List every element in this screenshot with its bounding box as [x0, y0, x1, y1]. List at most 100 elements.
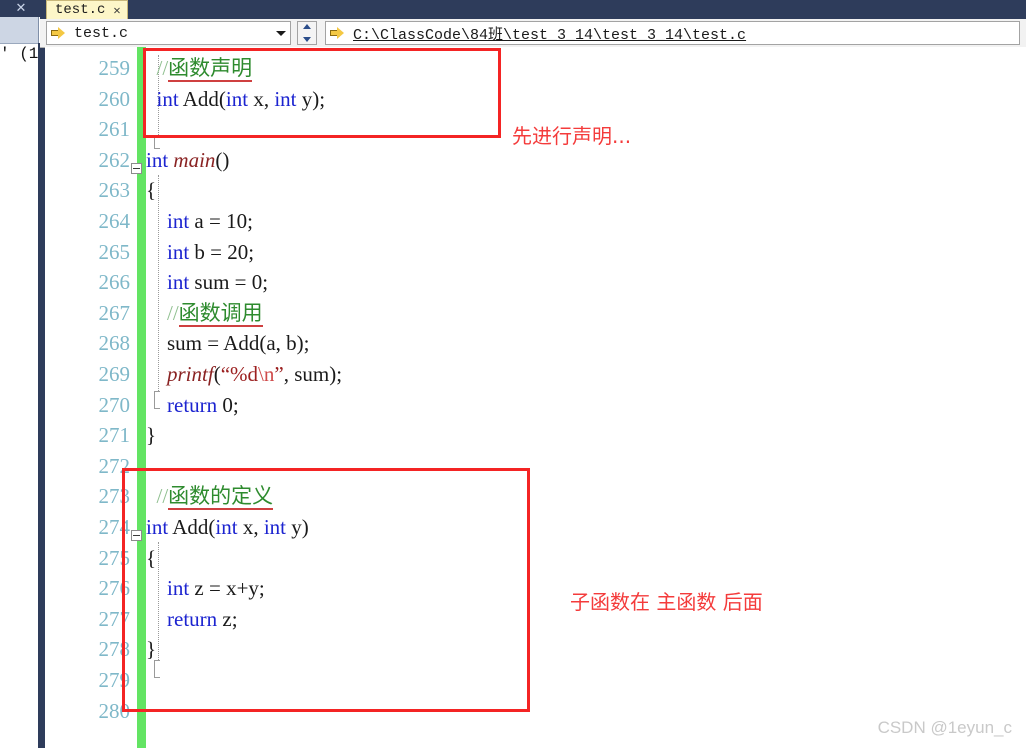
code-token-kw: return	[167, 606, 218, 631]
line-number: 275	[98, 545, 131, 570]
code-line[interactable]: }	[146, 634, 156, 665]
code-token-kw: int	[167, 239, 190, 264]
code-editor[interactable]: 259 260 261 262 263 264 265 266 267 268 269 270 271 2…	[45, 47, 1026, 748]
code-token-plain: ()	[215, 147, 230, 172]
line-number: 280	[98, 698, 131, 723]
csdn-watermark: CSDN @1eyun_c	[877, 718, 1012, 737]
file-selector-dropdown[interactable]: test.c	[46, 21, 291, 45]
code-token-plain: sum = Add(a, b);	[146, 331, 310, 356]
editor-tab-strip: test.c ✕	[40, 0, 1026, 19]
code-token-plain: z;	[217, 606, 238, 631]
left-panel-text-fragment: ' (1	[0, 45, 39, 63]
code-token-str: ”	[274, 362, 284, 386]
code-token-kw: int	[146, 147, 169, 172]
file-path-breadcrumb[interactable]: C:\ClassCode\84班\test_3_14\test_3_14\tes…	[325, 21, 1020, 45]
file-path-value: C:\ClassCode\84班\test_3_14\test_3_14\tes…	[353, 26, 747, 44]
code-line[interactable]: int a = 10;	[146, 206, 253, 237]
code-token-kw: return	[167, 392, 218, 417]
code-line[interactable]: int Add(int x, int y)	[146, 512, 309, 543]
collapse-toggle-main[interactable]	[131, 163, 142, 174]
line-number: 263	[98, 178, 131, 203]
code-line[interactable]: int Add(int x, int y);	[146, 84, 326, 115]
code-token-plain: y)	[286, 515, 309, 539]
code-token-plain: sum =	[189, 270, 252, 295]
line-number: 276	[98, 576, 131, 601]
code-line[interactable]: int sum = 0;	[146, 267, 268, 298]
code-token-kw: int	[274, 86, 297, 111]
chevron-down-icon[interactable]	[276, 30, 286, 36]
nav-spinner-buttons[interactable]	[297, 21, 317, 45]
code-token-plain: a =	[189, 209, 227, 233]
code-line[interactable]: int main()	[146, 145, 229, 176]
navigation-bar: test.c C:\ClassCode\84班\test_3_14\test_3…	[40, 19, 1026, 48]
code-token-cmt: //	[156, 56, 169, 80]
line-number: 266	[98, 270, 131, 295]
code-text-area[interactable]: //函数声明 int Add(int x, int y); int main(){…	[131, 47, 1026, 748]
code-token-plain: z = x+y;	[189, 576, 265, 601]
line-number: 267	[98, 300, 131, 325]
close-icon[interactable]: ✕	[13, 0, 29, 16]
code-token-kw: int	[167, 209, 190, 233]
tab-test-c[interactable]: test.c ✕	[46, 0, 128, 19]
close-icon[interactable]: ✕	[113, 3, 120, 18]
yellow-arrow-icon	[51, 26, 66, 40]
line-number: 265	[98, 239, 131, 264]
code-token-plain: ;	[232, 392, 239, 417]
code-token-plain: (	[213, 362, 221, 386]
code-token-plain: {	[146, 545, 157, 570]
code-token-cmt: //	[167, 300, 179, 325]
code-line[interactable]: }	[146, 420, 156, 451]
code-line[interactable]: //函数的定义	[146, 481, 274, 512]
chevron-up-icon[interactable]	[303, 24, 311, 29]
code-token-fn: main	[173, 147, 216, 172]
code-token-plain: y);	[296, 86, 326, 111]
code-token-plain: }	[146, 423, 157, 448]
code-token-num: 20	[227, 239, 249, 264]
code-line[interactable]: {	[146, 175, 156, 206]
code-token-kw: int	[167, 270, 190, 295]
line-number: 272	[98, 453, 131, 478]
code-token-kw: int	[225, 86, 249, 111]
code-token-plain: b =	[189, 239, 228, 264]
code-token-kw: int	[215, 515, 238, 539]
code-line[interactable]: return z;	[146, 604, 238, 635]
code-line[interactable]: sum = Add(a, b);	[146, 328, 310, 359]
code-line[interactable]: int z = x+y;	[146, 573, 265, 604]
code-token-cmt: //	[156, 484, 169, 509]
code-token-plain: ;	[247, 209, 253, 233]
line-number: 270	[98, 392, 131, 417]
annotation-text-definition: 子函数在 主函数 后面	[570, 590, 763, 614]
chevron-down-icon[interactable]	[303, 37, 311, 42]
code-token-cmt-cn: 函数的定义	[168, 484, 274, 511]
tab-label: test.c	[55, 2, 106, 18]
code-token-num: 0	[222, 392, 233, 417]
line-number: 274	[98, 515, 131, 539]
line-number: 261	[98, 117, 131, 142]
code-token-kw: int	[167, 576, 190, 601]
line-number: 259	[98, 56, 131, 80]
collapse-toggle-add[interactable]	[131, 530, 142, 541]
code-token-str: “%d	[220, 362, 259, 386]
code-line[interactable]: printf(“%d\n”, sum);	[146, 359, 342, 390]
code-token-plain: Add(	[168, 515, 216, 539]
code-line[interactable]: int b = 20;	[146, 237, 254, 268]
code-line[interactable]: {	[146, 543, 156, 574]
code-token-num: 10	[226, 209, 248, 233]
code-token-kw: int	[156, 86, 179, 111]
file-selector-value: test.c	[74, 24, 129, 42]
line-number: 278	[98, 637, 131, 662]
code-line[interactable]: return 0;	[146, 390, 239, 421]
code-token-num: 0	[251, 270, 263, 295]
code-token-plain: Add(	[178, 86, 226, 111]
code-line[interactable]: //函数声明	[146, 53, 253, 84]
code-line[interactable]: //函数调用	[146, 298, 263, 329]
panel-divider	[38, 43, 45, 748]
